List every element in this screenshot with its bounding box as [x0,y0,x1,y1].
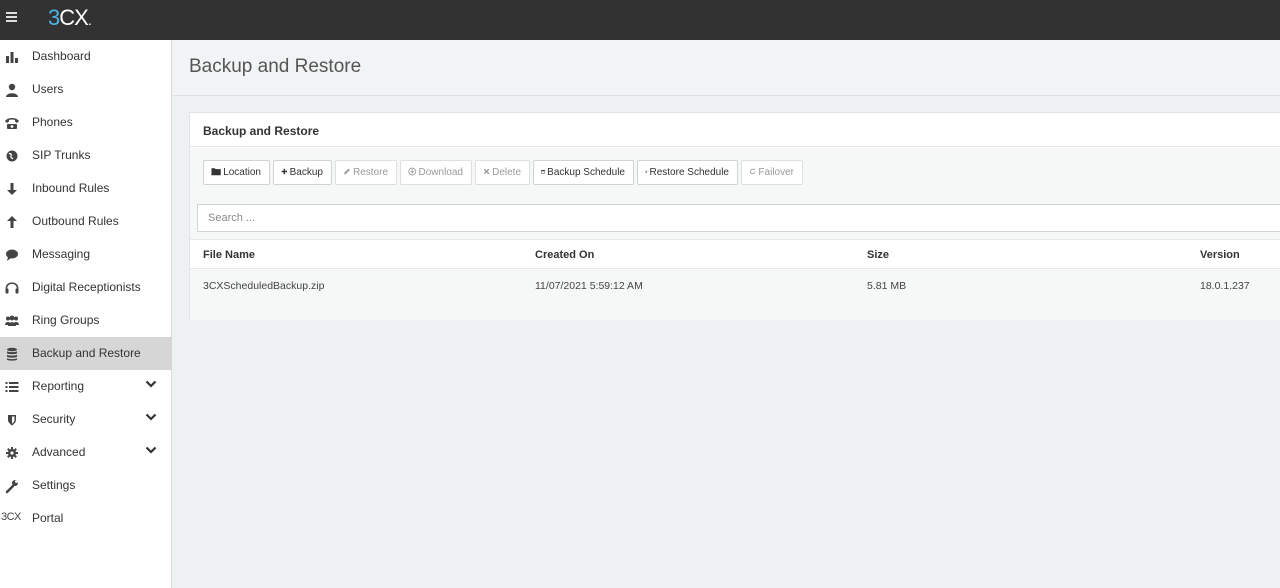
sidebar-item-ring-groups[interactable]: Ring Groups [0,304,172,337]
sidebar-item-label: Advanced [32,445,86,459]
close-icon [483,168,490,175]
panel-header: Backup and Restore [190,113,1280,147]
page-title: Backup and Restore [189,56,362,77]
column-header-version[interactable]: Version [1200,249,1240,261]
phone-icon [5,118,19,129]
panel-body: Location Backup Restore Download Delete [190,148,1280,320]
cell-size: 5.81 MB [867,280,907,292]
sidebar-item-digital-receptionists[interactable]: Digital Receptionists [0,271,172,304]
restore-schedule-button[interactable]: Restore Schedule [637,160,738,185]
table-header: File Name Created On Size Version [190,239,1280,269]
user-icon [6,83,18,97]
sidebar-item-label: Portal [32,511,64,525]
calendar-icon [541,169,545,174]
sidebar-item-label: Messaging [32,247,91,261]
database-icon [7,347,17,361]
plus-icon [281,168,288,175]
sidebar-item-reporting[interactable]: Reporting [0,370,172,403]
sidebar-item-label: SIP Trunks [32,148,91,162]
sidebar-item-label: Ring Groups [32,313,100,327]
restore-button[interactable]: Restore [335,160,397,185]
upload-icon [645,170,648,173]
cell-version: 18.0.1.237 [1200,280,1250,292]
folder-icon [211,168,221,176]
backup-schedule-button[interactable]: Backup Schedule [533,160,634,185]
sidebar-item-advanced[interactable]: Advanced [0,436,172,469]
chat-bubble-icon [6,249,18,261]
sidebar-item-portal[interactable]: 3CX Portal [0,502,172,535]
sidebar-item-label: Settings [32,478,76,492]
download-icon [408,167,417,176]
list-icon [5,382,19,392]
arrow-down-icon [7,183,17,195]
sidebar-item-sip-trunks[interactable]: SIP Trunks [0,139,172,172]
sidebar-item-label: Security [32,412,76,426]
sidebar-item-label: Reporting [32,379,85,393]
sidebar-item-label: Inbound Rules [32,181,110,195]
3cx-logo[interactable]: 3CX. [48,5,92,31]
column-header-created-on[interactable]: Created On [535,249,594,261]
sidebar-item-phones[interactable]: Phones [0,106,172,139]
download-button[interactable]: Download [400,160,472,185]
backup-panel: Backup and Restore Location Backup Resto… [189,112,1280,320]
table-row[interactable]: 3CXScheduledBackup.zip 11/07/2021 5:59:1… [190,270,1280,301]
arrow-up-icon [7,216,17,228]
sidebar-item-messaging[interactable]: Messaging [0,238,172,271]
backup-button[interactable]: Backup [273,160,332,185]
top-bar: 3CX. [0,0,1280,40]
chevron-down-icon[interactable] [145,378,157,390]
sidebar-item-label: Backup and Restore [32,346,141,360]
wrench-icon [5,480,18,494]
location-button[interactable]: Location [203,160,270,185]
pencil-icon [344,168,350,175]
sidebar-item-label: Dashboard [32,49,91,63]
sidebar-item-outbound-rules[interactable]: Outbound Rules [0,205,172,238]
page-header: Backup and Restore [173,40,1280,96]
sidebar-item-users[interactable]: Users [0,73,172,106]
column-header-size[interactable]: Size [867,249,889,261]
hamburger-menu-icon[interactable] [6,12,18,24]
chevron-down-icon[interactable] [145,444,157,456]
sidebar-item-settings[interactable]: Settings [0,469,172,502]
delete-button[interactable]: Delete [475,160,530,185]
sidebar: Dashboard Users Phones SIP Trunks Inboun… [0,40,172,588]
sidebar-item-security[interactable]: Security [0,403,172,436]
sidebar-item-label: Digital Receptionists [32,280,141,294]
sidebar-item-dashboard[interactable]: Dashboard [0,40,172,73]
search-input[interactable] [197,204,1280,232]
bar-chart-icon [6,52,18,63]
cell-file-name: 3CXScheduledBackup.zip [203,280,325,292]
shield-icon [8,415,16,426]
panel-title: Backup and Restore [203,124,320,138]
sidebar-item-backup-and-restore[interactable]: Backup and Restore [0,337,172,370]
globe-icon [6,150,18,162]
main-content: Backup and Restore Backup and Restore Lo… [173,40,1280,588]
3cx-icon: 3CX [1,511,21,523]
refresh-icon [749,168,756,175]
group-icon [5,315,19,326]
gear-icon [6,447,18,459]
sidebar-item-label: Outbound Rules [32,214,119,228]
failover-button[interactable]: Failover [741,160,803,185]
sidebar-item-inbound-rules[interactable]: Inbound Rules [0,172,172,205]
sidebar-item-label: Phones [32,115,73,129]
cell-created-on: 11/07/2021 5:59:12 AM [535,280,643,292]
sidebar-item-label: Users [32,82,64,96]
column-header-file-name[interactable]: File Name [203,249,255,261]
chevron-down-icon[interactable] [145,411,157,423]
headset-icon [5,282,19,294]
